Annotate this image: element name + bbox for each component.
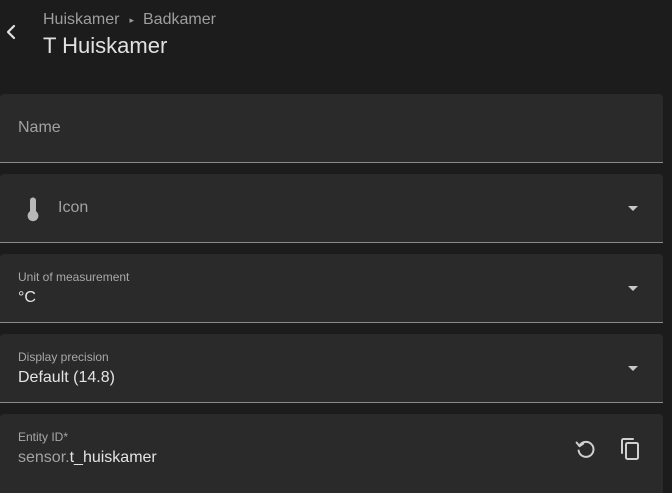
chevron-down-icon[interactable] bbox=[628, 286, 638, 291]
copy-entity-id-button[interactable] bbox=[617, 436, 643, 462]
restore-entity-id-button[interactable] bbox=[573, 436, 599, 462]
name-field[interactable]: Name bbox=[0, 94, 663, 163]
breadcrumb-item-area[interactable]: Huiskamer bbox=[43, 11, 119, 29]
unit-field-label: Unit of measurement bbox=[18, 270, 130, 284]
entity-id-field[interactable]: Entity ID* sensor.t_huiskamer bbox=[0, 414, 663, 493]
entity-id-label: Entity ID* bbox=[18, 430, 69, 444]
thermometer-icon bbox=[27, 197, 39, 222]
precision-field-label: Display precision bbox=[18, 350, 109, 364]
entity-id-text: t_huiskamer bbox=[69, 449, 157, 466]
chevron-down-icon[interactable] bbox=[628, 206, 638, 211]
page-title: T Huiskamer bbox=[43, 33, 168, 58]
entity-id-prefix: sensor. bbox=[18, 449, 70, 466]
copy-icon bbox=[621, 438, 639, 460]
breadcrumb-separator: ▸ bbox=[129, 14, 134, 25]
precision-field-value: Default (14.8) bbox=[18, 369, 115, 386]
breadcrumb-item-device[interactable]: Badkamer bbox=[143, 11, 216, 29]
entity-settings-page: Huiskamer ▸ Badkamer T Huiskamer Name Ic… bbox=[0, 0, 672, 493]
display-precision-select[interactable]: Display precision Default (14.8) bbox=[0, 334, 663, 403]
header: Huiskamer ▸ Badkamer T Huiskamer bbox=[0, 0, 672, 84]
restore-icon bbox=[575, 440, 595, 458]
icon-field-placeholder: Icon bbox=[58, 199, 89, 216]
entity-id-value[interactable]: sensor.t_huiskamer bbox=[18, 449, 157, 467]
unit-field-value: °C bbox=[18, 289, 36, 306]
chevron-down-icon[interactable] bbox=[628, 366, 638, 371]
icon-picker-field[interactable]: Icon bbox=[0, 174, 663, 243]
back-button[interactable] bbox=[0, 18, 22, 46]
unit-of-measurement-select[interactable]: Unit of measurement °C bbox=[0, 254, 663, 323]
name-field-placeholder: Name bbox=[18, 119, 61, 136]
breadcrumb: Huiskamer ▸ Badkamer bbox=[43, 11, 216, 29]
chevron-left-icon bbox=[6, 24, 16, 40]
